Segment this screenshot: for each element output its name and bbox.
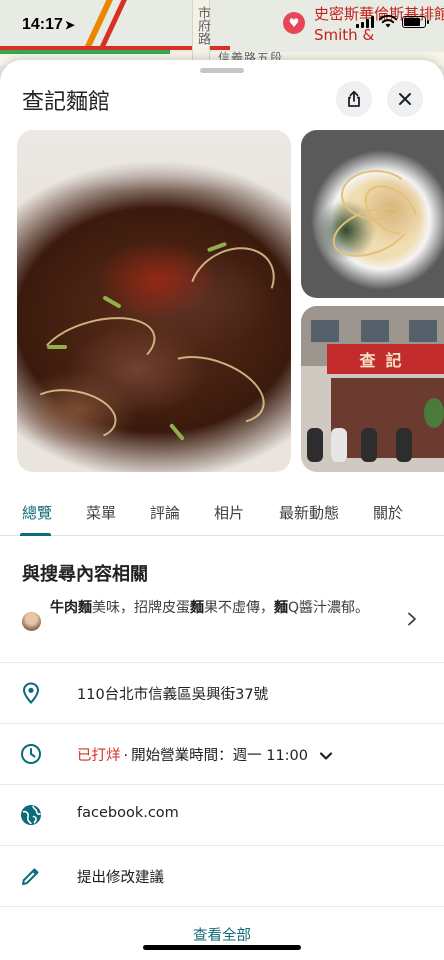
heart-pin-icon[interactable]: ♥	[283, 12, 305, 34]
tab-menu[interactable]: 菜單	[86, 502, 116, 523]
pencil-icon	[22, 868, 39, 885]
related-review-snippet[interactable]: 牛肉麵美味，招牌皮蛋麵果不虛傳，麵Q醬汁濃郁。	[0, 588, 444, 652]
website-link[interactable]: facebook.com	[77, 805, 179, 821]
tab-photos[interactable]: 相片	[214, 502, 244, 523]
photo-noodle-dish[interactable]	[301, 130, 444, 298]
traffic-line	[0, 50, 170, 54]
close-icon	[399, 93, 411, 105]
hours-detail: 開始營業時間：週一 11:00	[131, 748, 309, 764]
address-text: 110台北市信義區吳興街37號	[77, 687, 269, 703]
suggest-edit-row[interactable]: 提出修改建議	[0, 845, 444, 906]
battery-icon	[402, 15, 429, 28]
map-street-label: 市府路	[195, 6, 210, 45]
globe-icon	[21, 805, 42, 825]
address-row[interactable]: 110台北市信義區吳興街37號	[0, 662, 444, 723]
tab-reviews[interactable]: 評論	[150, 502, 180, 523]
hours-row[interactable]: 已打烊 · 開始營業時間：週一 11:00	[0, 723, 444, 784]
hours-status: 已打烊	[77, 748, 121, 764]
chevron-right-icon	[408, 612, 416, 626]
share-button[interactable]	[336, 81, 372, 117]
close-button[interactable]	[387, 81, 423, 117]
suggest-edit-text: 提出修改建議	[77, 870, 164, 886]
cellular-signal-icon	[356, 15, 374, 28]
place-title: 查記麵館	[22, 90, 111, 115]
tab-overview[interactable]: 總覽	[22, 502, 52, 523]
hours-text: 已打烊 · 開始營業時間：週一 11:00	[77, 744, 333, 765]
tab-bar: 總覽 菜單 評論 相片 最新動態 關於	[0, 492, 444, 536]
sheet-grabber[interactable]	[200, 68, 244, 73]
website-row[interactable]: facebook.com	[0, 784, 444, 845]
avatar	[22, 612, 41, 631]
photo-storefront[interactable]: 查記	[301, 306, 444, 472]
home-indicator[interactable]	[143, 945, 301, 950]
view-all-button[interactable]: 查看全部	[0, 924, 444, 945]
chevron-down-icon[interactable]	[319, 751, 333, 761]
tab-active-indicator	[20, 533, 51, 536]
share-icon	[348, 90, 360, 107]
wifi-icon	[379, 15, 397, 28]
place-sheet: 查記麵館 查記 總覽 菜單 評論 相片 最新動態 關於 與搜尋內容相關 牛肉麵美…	[0, 60, 444, 960]
view-all-row: 查看全部	[0, 906, 444, 960]
clock-icon	[21, 744, 41, 764]
location-arrow-icon: ➤	[64, 18, 75, 32]
tab-updates[interactable]: 最新動態	[279, 502, 339, 523]
tab-about[interactable]: 關於	[373, 502, 403, 523]
review-snippet-text: 牛肉麵美味，招牌皮蛋麵果不虛傳，麵Q醬汁濃郁。	[50, 600, 370, 616]
status-time-text: 14:17	[22, 16, 63, 33]
photo-beef-noodle-soup[interactable]	[17, 130, 291, 472]
location-pin-icon	[22, 682, 40, 704]
status-icons	[356, 15, 429, 28]
status-time: 14:17 ➤	[22, 16, 75, 34]
related-section-title: 與搜尋內容相關	[22, 564, 148, 585]
